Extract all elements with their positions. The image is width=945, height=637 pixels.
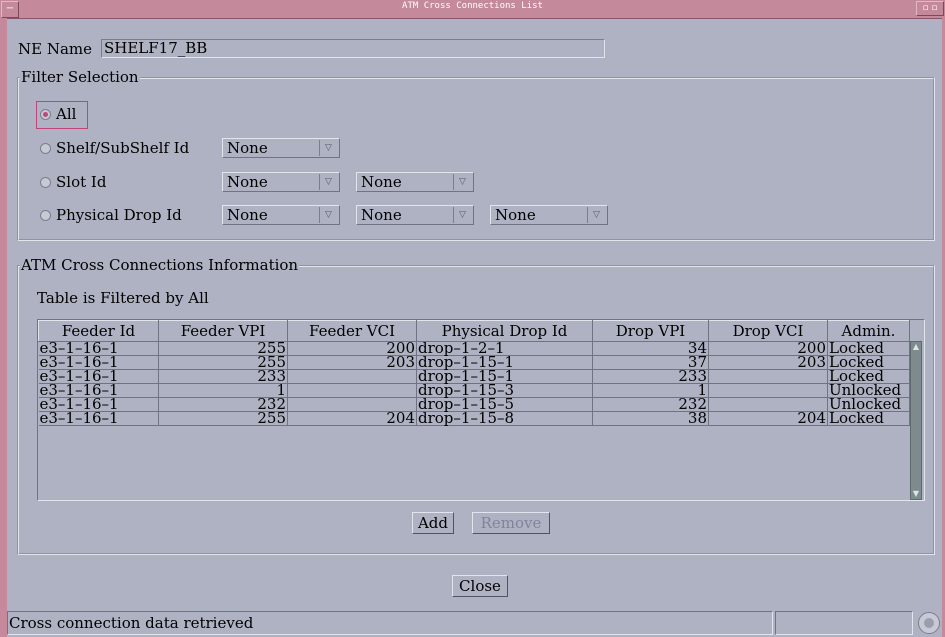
cell-drop-vpi: 38 (592, 411, 709, 426)
radio-all-label: All (56, 105, 77, 123)
status-indicator-icon (918, 612, 940, 634)
scroll-up-icon[interactable]: ▲ (911, 342, 921, 352)
ne-name-label: NE Name (18, 40, 93, 58)
chevron-down-icon[interactable]: ▽ (319, 174, 337, 190)
radio-slot-indicator[interactable] (40, 176, 51, 188)
slot-id-dropdown[interactable]: None ▽ (356, 172, 474, 192)
cell-feeder-vpi: 233 (158, 369, 288, 384)
cell-drop-vpi: 233 (592, 369, 709, 384)
radio-shelf-indicator[interactable] (40, 142, 51, 154)
radio-shelf-subshelf-id[interactable]: Shelf/SubShelf Id (40, 139, 189, 157)
chevron-down-icon[interactable]: ▽ (453, 207, 471, 223)
cell-drop-id: drop–1–15–8 (416, 411, 593, 426)
title-bar: − ATM Cross Connections List ▫ ▫ (0, 0, 945, 19)
drop-slot-value: None (361, 206, 402, 224)
filter-note: Table is Filtered by All (37, 289, 209, 307)
slot-id-value: None (361, 173, 402, 191)
radio-physical-drop-id[interactable]: Physical Drop Id (40, 206, 182, 224)
cell-feeder-id: e3–1–16–1 (38, 411, 159, 426)
drop-shelf-value: None (227, 206, 268, 224)
scroll-down-icon[interactable]: ▼ (911, 489, 921, 499)
filter-selection-legend: Filter Selection (20, 68, 140, 86)
cell-drop-vci: 203 (708, 355, 828, 370)
chevron-down-icon[interactable]: ▽ (319, 140, 337, 156)
cell-drop-vci (708, 383, 828, 398)
add-button[interactable]: Add (412, 512, 454, 534)
cell-drop-vci (708, 369, 828, 384)
close-button[interactable]: Close (452, 575, 508, 597)
window-controls[interactable]: ▫ ▫ (916, 1, 944, 16)
cell-admin: Locked (827, 411, 910, 426)
status-message: Cross connection data retrieved (7, 611, 773, 635)
chevron-down-icon[interactable]: ▽ (453, 174, 471, 190)
drop-id-dropdown[interactable]: None ▽ (490, 205, 608, 225)
chevron-down-icon[interactable]: ▽ (587, 207, 605, 223)
info-legend: ATM Cross Connections Information (20, 256, 300, 274)
radio-shelf-label: Shelf/SubShelf Id (56, 139, 190, 157)
radio-all[interactable]: All (40, 105, 76, 123)
slot-shelf-dropdown[interactable]: None ▽ (222, 172, 340, 192)
window-title: ATM Cross Connections List (402, 1, 543, 11)
radio-drop-label: Physical Drop Id (56, 206, 182, 224)
chevron-down-icon[interactable]: ▽ (319, 207, 337, 223)
shelf-id-dropdown[interactable]: None ▽ (222, 138, 340, 158)
table-vertical-scrollbar[interactable]: ▲ ▼ (910, 341, 922, 500)
radio-slot-id[interactable]: Slot Id (40, 173, 106, 191)
ne-name-field[interactable]: SHELF17_BB (101, 39, 605, 58)
cell-drop-vci: 204 (708, 411, 828, 426)
drop-slot-dropdown[interactable]: None ▽ (356, 205, 474, 225)
drop-shelf-dropdown[interactable]: None ▽ (222, 205, 340, 225)
cell-feeder-vpi: 255 (158, 411, 288, 426)
radio-drop-indicator[interactable] (40, 209, 51, 221)
cell-feeder-vci: 203 (287, 355, 417, 370)
remove-button[interactable]: Remove (472, 512, 550, 534)
status-aux-field (775, 611, 913, 635)
cell-feeder-vci: 204 (287, 411, 417, 426)
cell-feeder-vci (287, 369, 417, 384)
radio-all-indicator[interactable] (40, 108, 51, 120)
cross-connections-table[interactable]: Feeder Id Feeder VPI Feeder VCI Physical… (37, 319, 925, 501)
drop-id-value: None (495, 206, 536, 224)
window-frame-left (0, 18, 7, 637)
cell-feeder-vci (287, 383, 417, 398)
table-row[interactable]: e3–1–16–1 255 204 drop–1–15–8 38 204 Loc… (38, 411, 910, 426)
radio-slot-label: Slot Id (56, 173, 107, 191)
shelf-id-value: None (227, 139, 268, 157)
slot-shelf-value: None (227, 173, 268, 191)
